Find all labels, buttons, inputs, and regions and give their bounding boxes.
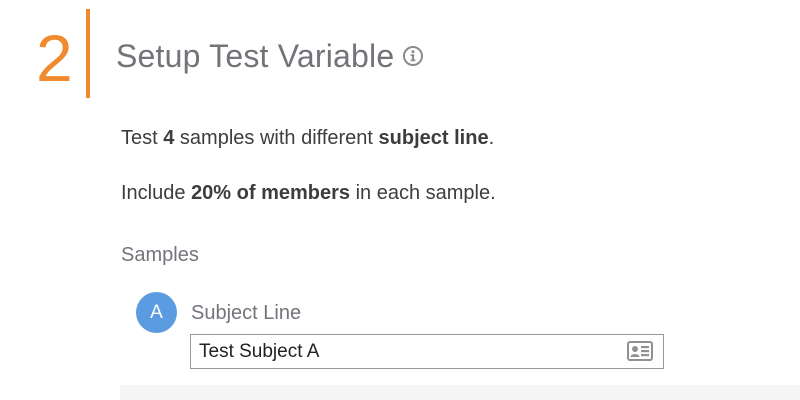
test-variable-name: subject line [378,127,489,149]
test-summary: Test 4 samples with different subject li… [121,125,494,151]
summary-text: in each sample. [350,182,496,204]
summary-text: Include [121,182,192,204]
sample-badge: A [136,292,177,333]
step-title: Setup Test Variable [116,38,395,74]
subject-line-input[interactable] [191,335,611,368]
step-header: Setup Test Variable [116,36,424,76]
step-number: 2 [36,21,73,95]
sample-count: 4 [163,127,175,149]
info-icon[interactable] [402,45,424,67]
next-section-panel [120,385,800,400]
samples-heading: Samples [121,244,199,266]
subject-line-label: Subject Line [191,302,302,324]
summary-text: samples with different [174,127,379,149]
summary-text: . [488,127,495,149]
subject-line-field [190,334,664,369]
sample-size-summary: Include 20% of members in each sample. [121,180,496,206]
contact-card-icon[interactable] [627,341,653,361]
member-percentage: 20% of members [191,182,351,204]
step-divider [86,9,90,98]
summary-text: Test [121,127,164,149]
